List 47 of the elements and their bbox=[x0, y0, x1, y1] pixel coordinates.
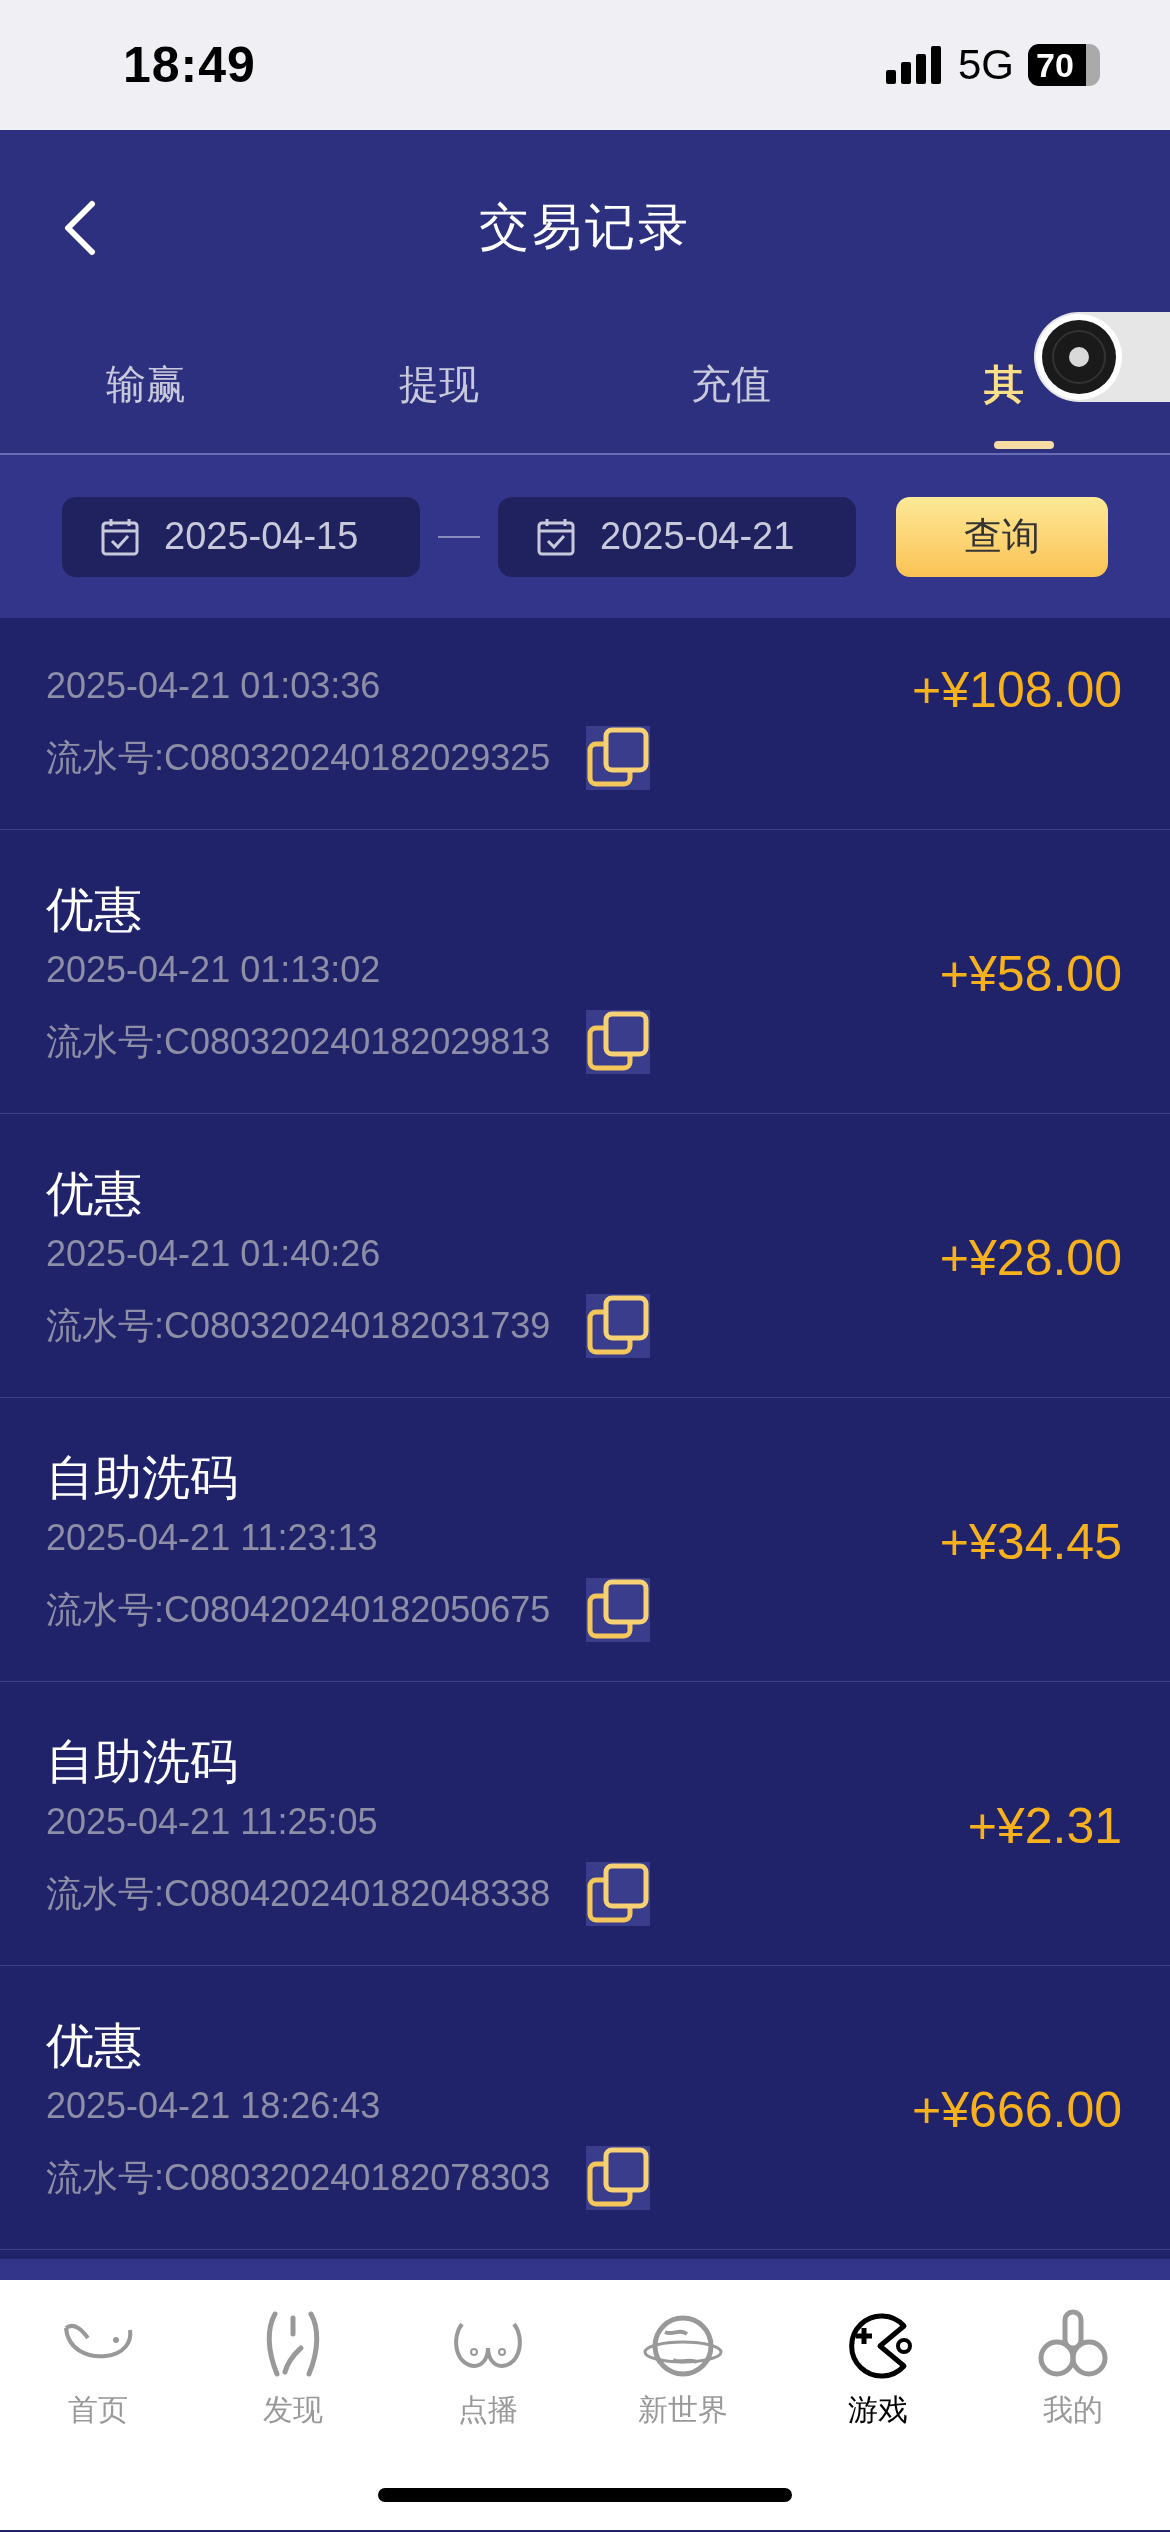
tab[interactable]: 其 bbox=[983, 359, 1024, 409]
date-field[interactable]: 2025-04-15 bbox=[62, 496, 420, 577]
copy-icon[interactable] bbox=[586, 1862, 651, 1926]
back-icon[interactable] bbox=[62, 200, 96, 256]
nav-item[interactable]: 游戏 bbox=[780, 2308, 975, 2430]
record-amount: +¥34.45 bbox=[939, 1513, 1122, 1572]
tab[interactable]: 提现 bbox=[398, 359, 479, 409]
status-time: 18:49 bbox=[123, 36, 257, 94]
record-amount: +¥108.00 bbox=[912, 661, 1122, 720]
record-title: 优惠 bbox=[46, 2018, 143, 2074]
record-title: 自助洗码 bbox=[46, 1450, 239, 1506]
serial-number: 流水号:C080320240182029325 bbox=[46, 735, 551, 780]
copy-icon[interactable] bbox=[586, 726, 651, 790]
record-time: 2025-04-21 01:13:02 bbox=[46, 948, 382, 992]
network-label: 5G bbox=[957, 41, 1014, 89]
music-widget[interactable] bbox=[1034, 312, 1170, 402]
record-amount: +¥666.00 bbox=[912, 2081, 1122, 2140]
serial-number: 流水号:C080420240182050675 bbox=[46, 1587, 551, 1632]
tab[interactable]: 输赢 bbox=[106, 359, 186, 409]
disc-icon[interactable] bbox=[1034, 312, 1124, 402]
record-amount: +¥28.00 bbox=[939, 1229, 1122, 1288]
battery-icon: 70 bbox=[1028, 44, 1100, 86]
record-time: 2025-04-21 11:25:05 bbox=[46, 1800, 379, 1844]
copy-icon[interactable] bbox=[586, 1294, 651, 1358]
serial-number: 流水号:C080420240182048338 bbox=[46, 1871, 551, 1916]
record-time: 2025-04-21 01:03:36 bbox=[46, 664, 382, 708]
page-title: 交易记录 bbox=[479, 198, 691, 257]
serial-number: 流水号:C080320240182078303 bbox=[46, 2155, 551, 2200]
record-title: 自助洗码 bbox=[46, 1734, 239, 1790]
signal-icon bbox=[885, 46, 942, 84]
date-field[interactable]: 2025-04-21 bbox=[498, 496, 856, 577]
copy-icon[interactable] bbox=[586, 1010, 651, 1074]
query-button[interactable]: 查询 bbox=[896, 496, 1108, 577]
copy-icon[interactable] bbox=[586, 1578, 651, 1642]
tab[interactable]: 充值 bbox=[691, 359, 771, 409]
serial-number: 流水号:C080320240182031739 bbox=[46, 1303, 551, 1348]
calendar-icon bbox=[536, 516, 576, 557]
record-time: 2025-04-21 11:23:13 bbox=[46, 1516, 379, 1560]
record-time: 2025-04-21 01:40:26 bbox=[46, 1232, 382, 1276]
record-time: 2025-04-21 18:26:43 bbox=[46, 2084, 382, 2128]
copy-icon[interactable] bbox=[586, 2146, 651, 2210]
calendar-icon bbox=[100, 516, 140, 557]
record-title: 优惠 bbox=[46, 882, 143, 938]
record-title: 优惠 bbox=[46, 1166, 143, 1222]
serial-number: 流水号:C080320240182029813 bbox=[46, 1019, 551, 1064]
record-amount: +¥2.31 bbox=[967, 1797, 1122, 1856]
record-amount: +¥58.00 bbox=[939, 945, 1122, 1004]
